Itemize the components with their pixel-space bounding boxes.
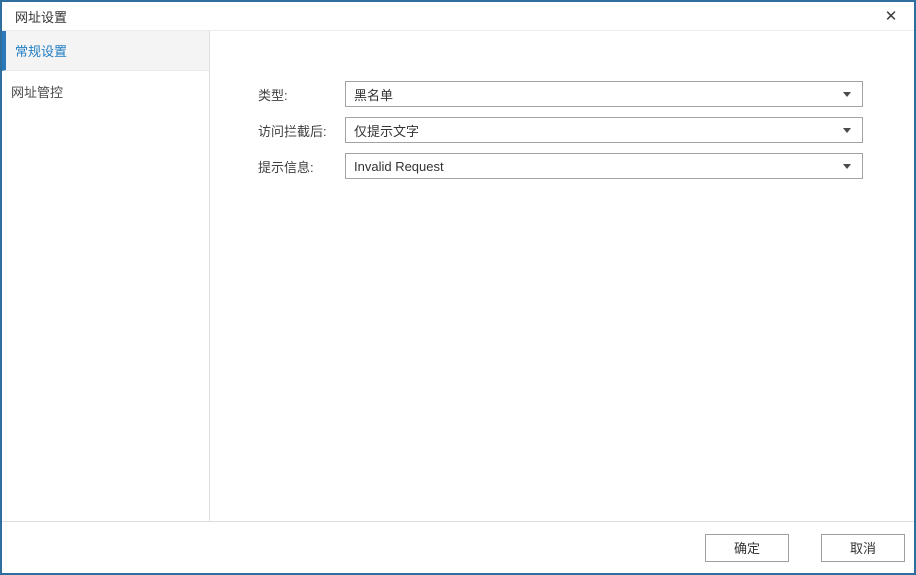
- sidebar-item-url-control[interactable]: 网址管控: [2, 71, 209, 111]
- settings-panel: 类型: 黑名单 访问拦截后: 仅提示文字 提示信息: Invalid Reque…: [210, 31, 914, 521]
- close-icon[interactable]: ✕: [876, 2, 906, 30]
- type-label: 类型:: [258, 87, 288, 103]
- prompt-message-select-value: Invalid Request: [354, 158, 444, 174]
- form-row-type: 类型: 黑名单: [258, 81, 914, 107]
- chevron-down-icon: [843, 164, 851, 169]
- sidebar-item-label: 网址管控: [11, 84, 64, 100]
- prompt-message-label: 提示信息:: [258, 159, 314, 175]
- footer: 确定 取消: [2, 521, 914, 573]
- block-action-select[interactable]: 仅提示文字: [345, 117, 863, 143]
- sidebar: 常规设置 网址管控: [2, 31, 210, 521]
- chevron-down-icon: [843, 92, 851, 97]
- chevron-down-icon: [843, 128, 851, 133]
- sidebar-item-label: 常规设置: [15, 44, 68, 59]
- type-select-value: 黑名单: [354, 87, 394, 103]
- dialog-title: 网址设置: [15, 9, 68, 25]
- sidebar-item-general-settings[interactable]: 常规设置: [2, 31, 209, 71]
- type-select[interactable]: 黑名单: [345, 81, 863, 107]
- prompt-message-select[interactable]: Invalid Request: [345, 153, 863, 179]
- form-row-block-action: 访问拦截后: 仅提示文字: [258, 117, 914, 143]
- form-row-prompt-message: 提示信息: Invalid Request: [258, 153, 914, 179]
- title-bar: 网址设置 ✕: [2, 2, 914, 31]
- block-action-label: 访问拦截后:: [258, 123, 327, 139]
- cancel-button[interactable]: 取消: [821, 533, 905, 562]
- dialog-body: 常规设置 网址管控 类型: 黑名单 访问拦截后: 仅提示文字 提示信息: Inv…: [2, 31, 914, 521]
- ok-button[interactable]: 确定: [705, 533, 789, 562]
- block-action-select-value: 仅提示文字: [354, 123, 420, 139]
- url-settings-dialog: 网址设置 ✕ 常规设置 网址管控 类型: 黑名单 访问拦截后: 仅提示文字 提示…: [0, 0, 916, 575]
